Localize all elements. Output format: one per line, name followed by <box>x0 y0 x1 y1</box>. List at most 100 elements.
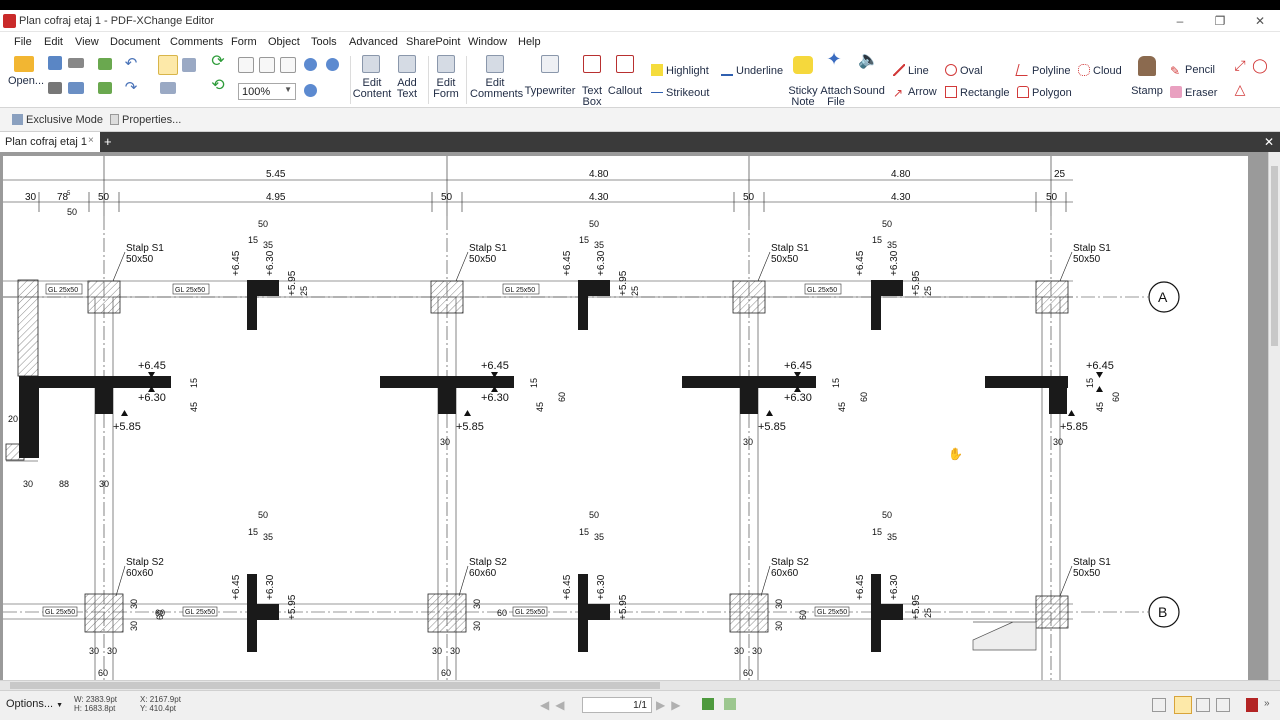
close-button[interactable]: ✕ <box>1240 10 1280 32</box>
measure-icon[interactable]: ⤢ <box>1232 58 1248 72</box>
add-text-button[interactable]: Add Text <box>392 78 422 100</box>
fit-page-icon[interactable] <box>259 57 275 73</box>
menu-edit[interactable]: Edit <box>44 36 63 48</box>
typewriter-button[interactable]: Typewriter <box>524 86 576 97</box>
import-icon[interactable] <box>98 58 112 70</box>
exclusive-mode-button[interactable]: Exclusive Mode <box>12 114 103 126</box>
edit-form-button[interactable]: Edit Form <box>430 78 462 100</box>
export-icon[interactable] <box>98 82 112 94</box>
menu-view[interactable]: View <box>75 36 99 48</box>
zoom-out-icon[interactable] <box>326 58 339 71</box>
minimize-button[interactable]: – <box>1160 10 1200 32</box>
typewriter-icon[interactable] <box>541 55 559 73</box>
edit-form-icon[interactable] <box>437 55 455 73</box>
menu-document[interactable]: Document <box>110 36 160 48</box>
polyline-button[interactable]: Polyline <box>1015 64 1071 77</box>
rotate-cw-icon[interactable]: ⟳ <box>208 54 228 70</box>
fit-width-icon[interactable] <box>280 57 296 73</box>
highlight-button[interactable]: Highlight <box>651 64 709 77</box>
perimeter-icon[interactable]: △ <box>1232 82 1248 96</box>
sticky-note-icon[interactable] <box>793 56 813 74</box>
pdf-icon[interactable] <box>1246 698 1258 712</box>
pencil-button[interactable]: ✎ Pencil <box>1170 64 1215 77</box>
facing-page-icon[interactable] <box>1196 698 1210 712</box>
options-button[interactable]: Options... ▼ <box>6 698 64 714</box>
hand-tool-icon[interactable] <box>158 55 178 75</box>
oval-button[interactable]: Oval <box>945 64 983 77</box>
edit-content-button[interactable]: Edit Content <box>352 78 392 100</box>
scan-icon[interactable] <box>68 58 84 68</box>
svg-text:60: 60 <box>557 392 567 402</box>
paperclip-icon[interactable]: ✦ <box>826 50 842 68</box>
svg-text:25: 25 <box>630 286 640 296</box>
restore-button[interactable]: ❐ <box>1200 10 1240 32</box>
area-icon[interactable]: ◯ <box>1252 58 1268 72</box>
rotate-ccw-icon[interactable]: ⟲ <box>208 78 228 94</box>
menu-form[interactable]: Form <box>231 36 257 48</box>
email-icon[interactable] <box>68 82 84 94</box>
go-back-icon[interactable] <box>702 698 714 710</box>
go-forward-icon[interactable] <box>724 698 736 710</box>
stamp-button[interactable]: Stamp <box>1130 86 1164 97</box>
horizontal-scroll-thumb[interactable] <box>10 682 660 689</box>
cloud-button[interactable]: Cloud <box>1078 64 1122 77</box>
callout-icon[interactable] <box>616 55 634 73</box>
undo-icon[interactable]: ↶ <box>120 56 142 71</box>
tab-close-icon[interactable]: × <box>88 135 94 146</box>
horizontal-scrollbar[interactable] <box>0 680 1280 690</box>
menu-object[interactable]: Object <box>268 36 300 48</box>
first-prev-page-icons[interactable]: ◀◀ <box>540 698 570 712</box>
menu-window[interactable]: Window <box>468 36 507 48</box>
vertical-scrollbar[interactable] <box>1268 152 1280 680</box>
edit-comments-icon[interactable] <box>486 55 504 73</box>
page-number-input[interactable]: 1/1 <box>582 697 652 713</box>
polygon-button[interactable]: Polygon <box>1017 86 1072 99</box>
menu-sharepoint[interactable]: SharePoint <box>406 36 460 48</box>
more-chevron-icon[interactable]: » <box>1264 698 1270 709</box>
stamp-icon[interactable] <box>1138 56 1156 76</box>
zoom-plus-icon[interactable] <box>304 84 317 97</box>
new-tab-icon[interactable]: + <box>104 134 112 149</box>
edit-comments-button[interactable]: Edit Comments <box>470 78 523 100</box>
rectangle-button[interactable]: Rectangle <box>945 86 1010 99</box>
properties-button[interactable]: Properties... <box>110 114 181 126</box>
sticky-note-button[interactable]: Sticky Note <box>788 86 818 108</box>
line-button[interactable]: Line <box>893 64 929 77</box>
vertical-scroll-thumb[interactable] <box>1271 166 1278 346</box>
arrow-button[interactable]: ↗ Arrow <box>893 86 937 99</box>
menu-help[interactable]: Help <box>518 36 541 48</box>
continuous-page-icon[interactable] <box>1174 696 1192 714</box>
menu-comments[interactable]: Comments <box>170 36 223 48</box>
zoom-level-select[interactable]: 100% ▼ <box>238 83 296 100</box>
print-icon[interactable] <box>48 82 62 94</box>
menu-advanced[interactable]: Advanced <box>349 36 398 48</box>
eraser-button[interactable]: Eraser <box>1170 86 1217 99</box>
text-box-button[interactable]: Text Box <box>578 86 606 108</box>
open-button[interactable]: Open... <box>8 76 44 87</box>
speaker-icon[interactable]: 🔈 <box>858 51 879 68</box>
select-text-icon[interactable] <box>182 58 196 72</box>
callout-button[interactable]: Callout <box>606 86 644 97</box>
zoom-in-icon[interactable] <box>304 58 317 71</box>
snapshot-icon[interactable] <box>160 82 176 94</box>
redo-icon[interactable]: ↷ <box>120 80 142 95</box>
text-box-icon[interactable] <box>583 55 601 73</box>
tab-plan-cofraj-etaj-1[interactable]: Plan cofraj etaj 1 × <box>0 132 100 152</box>
edit-content-icon[interactable] <box>362 55 380 73</box>
close-document-icon[interactable]: ✕ <box>1264 135 1274 149</box>
open-folder-icon[interactable] <box>14 56 34 72</box>
save-icon[interactable] <box>48 56 62 70</box>
menu-tools[interactable]: Tools <box>311 36 337 48</box>
next-last-page-icons[interactable]: ▶▶ <box>656 698 686 712</box>
strikeout-button[interactable]: Strikeout <box>651 86 709 99</box>
pdf-page[interactable]: 5.45 4.80 4.80 25 30 78 5 50 4.95 50 4.3… <box>3 156 1248 680</box>
add-text-icon[interactable] <box>398 55 416 73</box>
facing-continuous-icon[interactable] <box>1216 698 1230 712</box>
underline-button[interactable]: Underline <box>721 64 783 77</box>
menu-file[interactable]: File <box>14 36 32 48</box>
sound-button[interactable]: Sound <box>852 86 886 97</box>
attach-file-button[interactable]: Attach File <box>820 86 852 108</box>
single-page-icon[interactable] <box>1152 698 1166 712</box>
actual-size-icon[interactable] <box>238 57 254 73</box>
document-viewport[interactable]: 5.45 4.80 4.80 25 30 78 5 50 4.95 50 4.3… <box>0 152 1280 680</box>
